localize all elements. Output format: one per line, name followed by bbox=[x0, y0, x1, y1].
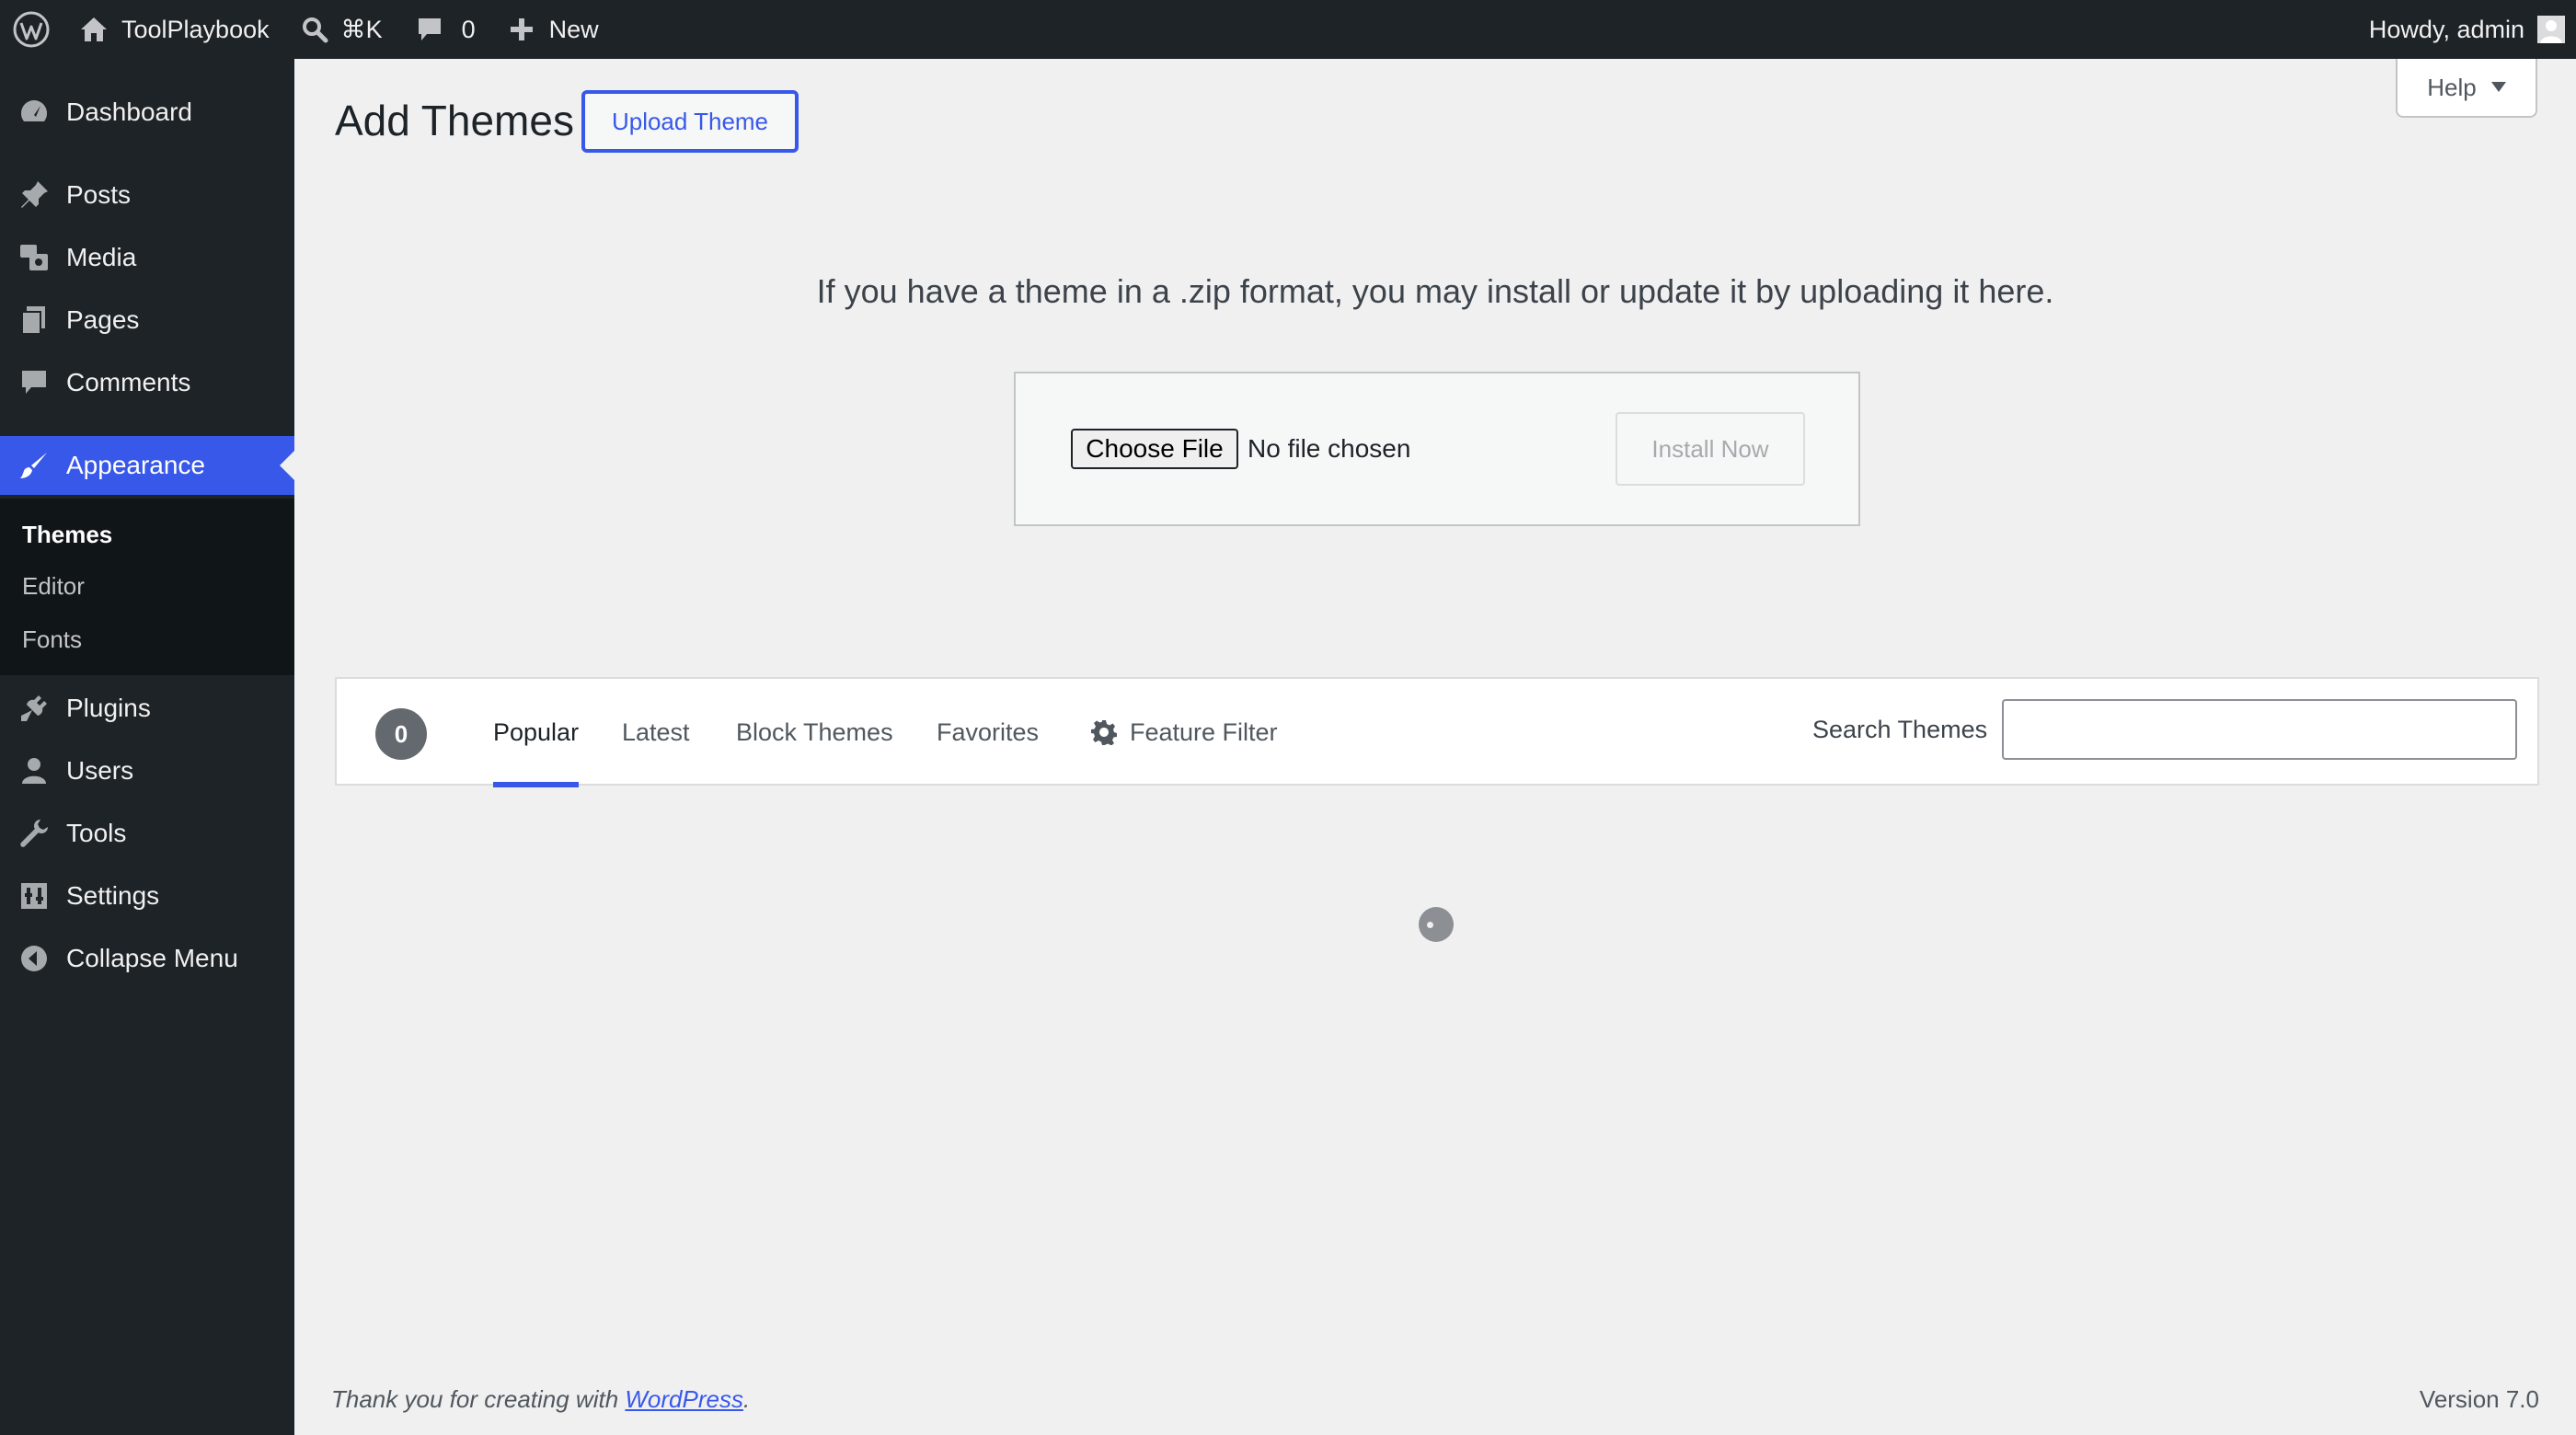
site-name-link[interactable]: ToolPlaybook bbox=[79, 0, 270, 59]
submenu-themes[interactable]: Themes bbox=[22, 521, 112, 549]
upload-instructions: If you have a theme in a .zip format, yo… bbox=[816, 272, 2054, 310]
sidebar-item-label: Media bbox=[66, 243, 137, 271]
settings-icon bbox=[0, 880, 66, 912]
footer-thanks-suffix: . bbox=[742, 1385, 751, 1413]
sidebar-item-label: Collapse Menu bbox=[66, 944, 238, 972]
admin-sidebar: Dashboard Posts Media Pages Comments App… bbox=[0, 59, 294, 1435]
sidebar-item-label: Users bbox=[66, 756, 134, 785]
search-shortcut: ⌘K bbox=[340, 15, 383, 43]
sidebar-item-label: Settings bbox=[66, 881, 160, 910]
caret-down-icon bbox=[2490, 82, 2506, 93]
sidebar-item-comments[interactable]: Comments bbox=[0, 353, 294, 412]
footer-thanks: Thank you for creating with WordPress. bbox=[331, 1385, 750, 1414]
media-icon bbox=[0, 242, 66, 273]
sidebar-item-plugins[interactable]: Plugins bbox=[0, 679, 294, 738]
wordpress-link[interactable]: WordPress bbox=[625, 1385, 743, 1413]
wordpress-logo-icon[interactable] bbox=[0, 0, 66, 59]
home-icon bbox=[79, 15, 121, 44]
user-icon bbox=[0, 755, 66, 786]
collapse-menu-button[interactable]: Collapse Menu bbox=[0, 929, 294, 988]
search-command-button[interactable]: ⌘K bbox=[301, 0, 383, 59]
comments-link[interactable]: 0 bbox=[416, 0, 476, 59]
avatar bbox=[2537, 16, 2565, 43]
sidebar-item-label: Tools bbox=[66, 819, 127, 847]
footer-version: Version 7.0 bbox=[2419, 1385, 2539, 1413]
help-button[interactable]: Help bbox=[2396, 59, 2537, 118]
new-content-link[interactable]: New bbox=[509, 0, 599, 59]
pin-icon bbox=[0, 179, 66, 211]
site-name: ToolPlaybook bbox=[121, 15, 270, 43]
gear-icon bbox=[1091, 719, 1130, 745]
account-menu[interactable]: Howdy, admin bbox=[2369, 0, 2565, 59]
sidebar-item-label: Comments bbox=[66, 368, 191, 396]
wrench-icon bbox=[0, 818, 66, 849]
tab-favorites[interactable]: Favorites bbox=[937, 679, 1039, 786]
loading-spinner-icon bbox=[1419, 907, 1454, 942]
plugin-icon bbox=[0, 693, 66, 724]
dashboard-icon bbox=[0, 97, 66, 128]
footer-thanks-text: Thank you for creating with bbox=[331, 1385, 626, 1413]
appearance-submenu: Themes Editor Fonts bbox=[0, 499, 294, 675]
sidebar-item-appearance[interactable]: Appearance bbox=[0, 436, 294, 495]
plus-icon bbox=[509, 17, 549, 42]
sidebar-item-settings[interactable]: Settings bbox=[0, 867, 294, 925]
feature-filter-label: Feature Filter bbox=[1130, 718, 1278, 746]
sidebar-item-posts[interactable]: Posts bbox=[0, 166, 294, 224]
sidebar-item-label: Plugins bbox=[66, 694, 151, 722]
choose-file-button[interactable]: Choose File bbox=[1071, 429, 1238, 469]
greeting: Howdy, admin bbox=[2368, 15, 2524, 43]
search-themes-input[interactable] bbox=[2002, 699, 2517, 760]
install-now-button[interactable]: Install Now bbox=[1616, 412, 1805, 486]
file-status: No file chosen bbox=[1248, 434, 1411, 463]
comment-icon bbox=[0, 367, 66, 398]
collapse-icon bbox=[0, 943, 66, 974]
tab-latest[interactable]: Latest bbox=[622, 679, 690, 786]
upload-form: Choose File No file chosen Install Now bbox=[1014, 372, 1860, 526]
tab-popular[interactable]: Popular bbox=[493, 679, 580, 787]
sidebar-item-dashboard[interactable]: Dashboard bbox=[0, 83, 294, 142]
brush-icon bbox=[0, 450, 66, 481]
sidebar-item-users[interactable]: Users bbox=[0, 741, 294, 800]
comments-count: 0 bbox=[461, 15, 476, 43]
upload-theme-button[interactable]: Upload Theme bbox=[581, 90, 799, 153]
sidebar-item-label: Dashboard bbox=[66, 98, 192, 126]
sidebar-item-label: Appearance bbox=[66, 451, 206, 479]
theme-count-badge: 0 bbox=[375, 708, 427, 760]
new-label: New bbox=[548, 15, 599, 43]
feature-filter-button[interactable]: Feature Filter bbox=[1091, 679, 1278, 786]
help-label: Help bbox=[2427, 73, 2477, 101]
submenu-editor[interactable]: Editor bbox=[22, 572, 85, 601]
theme-filter-bar: 0 Popular Latest Block Themes Favorites … bbox=[335, 677, 2539, 787]
search-themes-label: Search Themes bbox=[1812, 716, 1988, 743]
admin-bar: ToolPlaybook ⌘K 0 New Howdy, admin bbox=[0, 0, 2576, 59]
submenu-fonts[interactable]: Fonts bbox=[22, 626, 82, 654]
tab-block-themes[interactable]: Block Themes bbox=[736, 679, 893, 786]
comment-icon bbox=[416, 16, 462, 43]
page-title: Add Themes bbox=[335, 97, 574, 144]
search-icon bbox=[301, 16, 341, 43]
sidebar-item-label: Posts bbox=[66, 180, 132, 209]
sidebar-item-tools[interactable]: Tools bbox=[0, 804, 294, 863]
